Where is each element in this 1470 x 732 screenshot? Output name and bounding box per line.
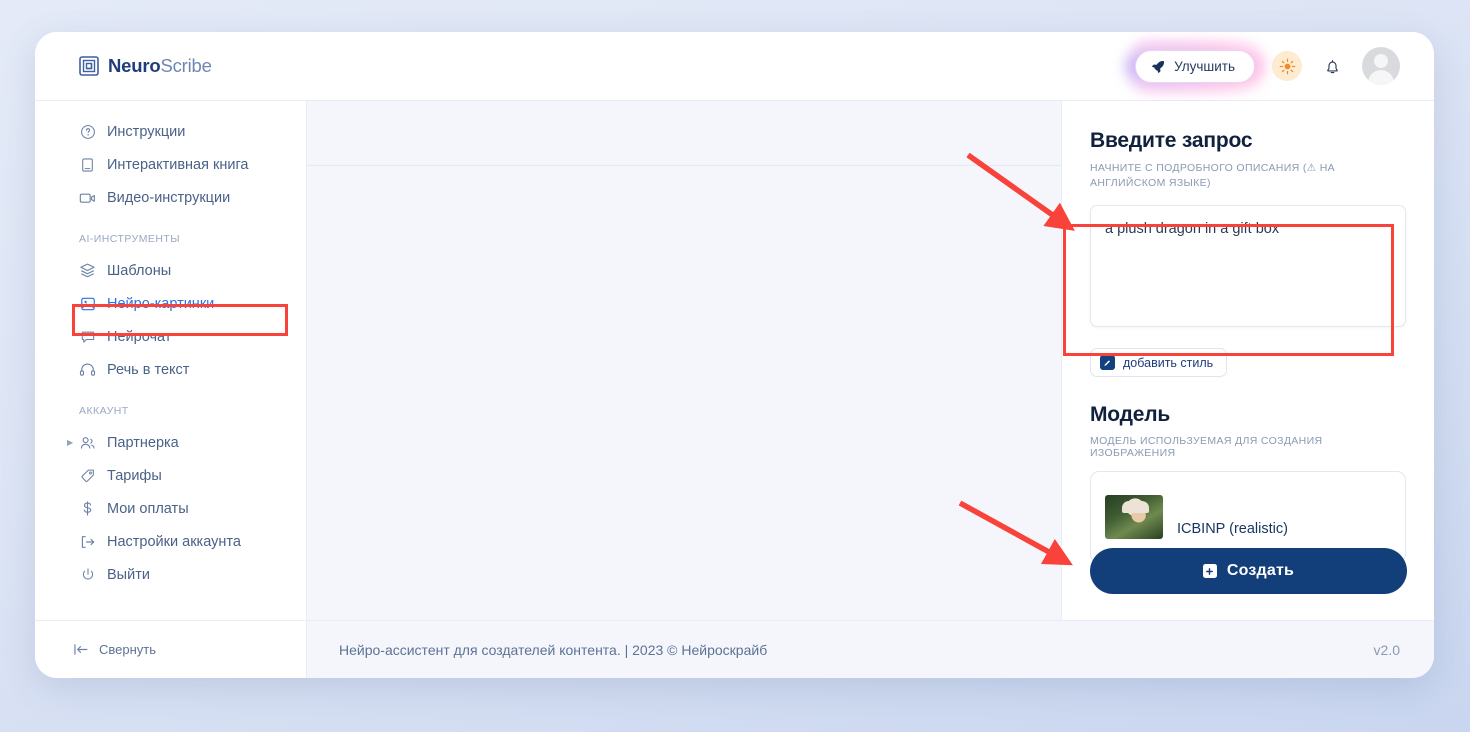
sidebar-section-account: АККАУНТ (79, 405, 129, 417)
bell-icon (1326, 59, 1338, 73)
model-section-subtitle: МОДЕЛЬ ИСПОЛЬЗУЕМАЯ ДЛЯ СОЗДАНИЯ ИЗОБРАЖ… (1090, 435, 1323, 460)
app-body: Инструкции Интерактивная книга Видео-инс… (35, 100, 1434, 620)
users-icon (79, 434, 96, 451)
tag-icon (79, 467, 96, 484)
plus-square-icon (1202, 564, 1217, 578)
sidebar-item-label: Выйти (107, 566, 150, 583)
headphones-icon (79, 361, 96, 378)
sidebar-item-label: Интерактивная книга (107, 156, 249, 173)
video-camera-icon (79, 189, 96, 206)
add-style-button-label: добавить стиль (1123, 355, 1214, 370)
sidebar: Инструкции Интерактивная книга Видео-инс… (35, 101, 307, 620)
improve-button-wrapper: Улучшить (1125, 40, 1265, 92)
improve-button[interactable]: Улучшить (1135, 49, 1255, 83)
sidebar-item-partnership[interactable]: ▶ Партнерка (35, 426, 306, 459)
header-actions: Улучшить (1125, 40, 1400, 92)
collapse-left-icon (74, 644, 88, 655)
brand-name: NeuroScribe (108, 55, 212, 77)
generation-settings-panel: Введите запрос НАЧНИТЕ С ПОДРОБНОГО ОПИС… (1061, 101, 1434, 620)
logout-bracket-icon (79, 533, 96, 550)
sidebar-item-label: Речь в текст (107, 361, 190, 378)
theme-toggle-button[interactable] (1272, 51, 1302, 81)
app-footer: Свернуть Нейро-ассистент для создателей … (35, 620, 1434, 678)
power-icon (79, 566, 96, 583)
create-button-label: Создать (1226, 562, 1295, 579)
avatar[interactable] (1362, 47, 1400, 85)
sidebar-item-interactive-book[interactable]: Интерактивная книга (35, 148, 306, 181)
sidebar-item-pricing[interactable]: Тарифы (35, 459, 306, 492)
sidebar-item-label: Мои оплаты (107, 500, 189, 517)
brand-logo-group[interactable]: NeuroScribe (79, 55, 212, 77)
sidebar-item-label: Нейро-картинки (107, 295, 215, 312)
model-selected-name: ICBINP (realistic) (1177, 521, 1288, 538)
brand-name-bold: Neuro (108, 55, 161, 76)
sidebar-item-templates[interactable]: Шаблоны (35, 254, 306, 287)
book-icon (79, 156, 96, 173)
pencil-square-icon (1100, 355, 1115, 371)
chevron-right-icon: ▶ (67, 437, 74, 447)
brand-name-light: Scribe (160, 55, 212, 76)
create-button[interactable]: Создать (1090, 548, 1407, 594)
model-section-title: Модель (1090, 403, 1171, 427)
content-divider (307, 165, 1061, 166)
image-icon (79, 295, 96, 312)
collapse-sidebar-label: Свернуть (99, 642, 157, 657)
sidebar-item-my-payments[interactable]: Мои оплаты (35, 492, 306, 525)
sidebar-item-label: Партнерка (107, 434, 179, 451)
rocket-icon (1152, 60, 1165, 73)
sidebar-item-label: Видео-инструкции (107, 189, 231, 206)
prompt-input[interactable] (1090, 205, 1406, 328)
layers-icon (79, 262, 96, 279)
footer-text: Нейро-ассистент для создателей контента.… (339, 641, 768, 658)
model-thumbnail (1105, 495, 1163, 540)
app-window: NeuroScribe Улучшить Инструкции Интеракт… (35, 32, 1434, 678)
sidebar-item-neuro-images[interactable]: Нейро-картинки (35, 287, 306, 320)
sidebar-item-neurochat[interactable]: Нейрочат (35, 320, 306, 353)
app-header: NeuroScribe Улучшить (35, 32, 1434, 100)
dollar-icon (79, 500, 96, 517)
sidebar-item-instructions[interactable]: Инструкции (35, 115, 306, 148)
add-style-button[interactable]: добавить стиль (1090, 348, 1228, 378)
sidebar-item-label: Инструкции (107, 123, 186, 140)
sidebar-section-ai-tools: AI-ИНСТРУМЕНТЫ (79, 233, 180, 245)
sidebar-item-speech-to-text[interactable]: Речь в текст (35, 353, 306, 386)
sidebar-item-logout[interactable]: Выйти (35, 558, 306, 591)
question-circle-icon (79, 123, 96, 140)
sun-icon (1279, 58, 1295, 74)
footer-content: Нейро-ассистент для создателей контента.… (307, 642, 1434, 658)
neuroscribe-logo-icon (79, 56, 99, 76)
notifications-button[interactable] (1319, 53, 1345, 79)
prompt-section-subtitle: НАЧНИТЕ С ПОДРОБНОГО ОПИСАНИЯ (⚠ НА АНГЛ… (1090, 162, 1335, 190)
sidebar-item-label: Нейрочат (107, 328, 172, 345)
sidebar-item-label: Тарифы (107, 467, 162, 484)
chat-bubble-icon (79, 328, 96, 345)
prompt-section-title: Введите запрос (1090, 129, 1253, 152)
sidebar-item-label: Настройки аккаунта (107, 533, 241, 550)
main-content-area (307, 101, 1061, 620)
footer-version: v2.0 (1373, 641, 1400, 658)
sidebar-item-label: Шаблоны (107, 262, 172, 279)
sidebar-item-account-settings[interactable]: Настройки аккаунта (35, 525, 306, 558)
sidebar-item-video-instructions[interactable]: Видео-инструкции (35, 181, 306, 214)
collapse-sidebar-button[interactable]: Свернуть (35, 621, 307, 678)
improve-button-label: Улучшить (1174, 58, 1235, 74)
